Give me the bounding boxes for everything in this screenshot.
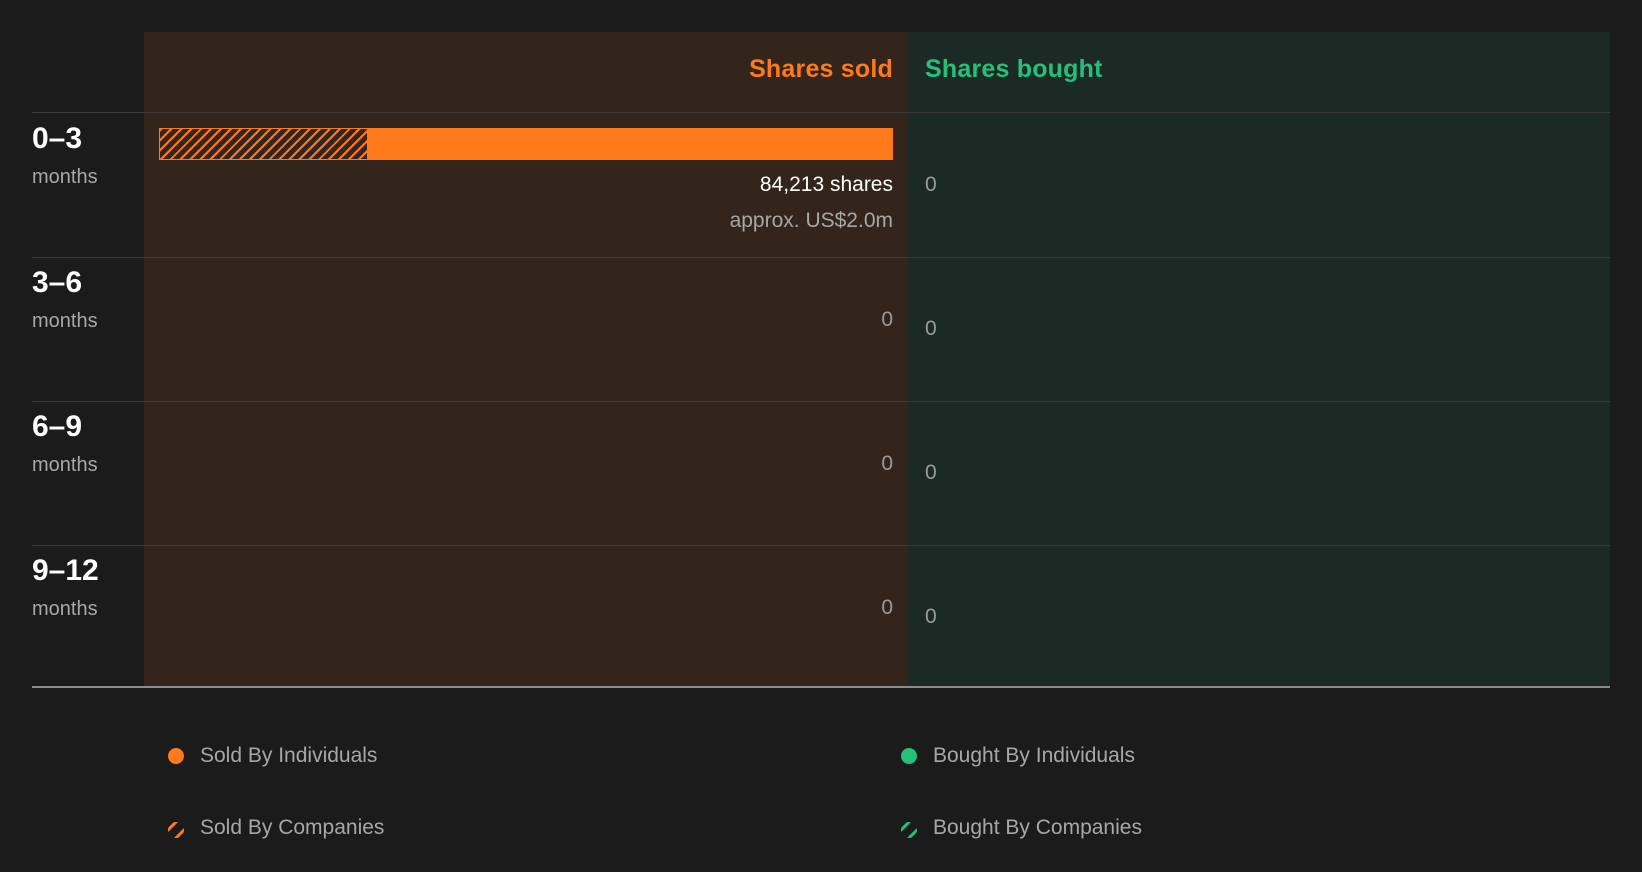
row-label: 0–3 months	[32, 121, 98, 191]
row-label: 6–9 months	[32, 409, 98, 479]
hatched-dot-icon	[168, 820, 184, 838]
shares-sold-header: Shares sold	[749, 55, 893, 83]
row-divider	[32, 545, 1610, 546]
bought-panel	[908, 32, 1610, 687]
legend-sold-companies: Sold By Companies	[168, 816, 384, 840]
row-range: 9–12	[32, 554, 99, 587]
bought-value-label: 0	[925, 173, 937, 196]
chart-baseline	[32, 686, 1610, 688]
bar-sold-companies	[159, 128, 369, 160]
legend-label: Bought By Individuals	[933, 744, 1135, 767]
legend-bought-individuals: Bought By Individuals	[901, 744, 1135, 768]
row-range: 6–9	[32, 410, 83, 443]
hatched-dot-icon	[901, 820, 917, 838]
bar-sold-individuals	[368, 128, 893, 160]
shares-bought-header: Shares bought	[925, 55, 1103, 83]
legend-label: Bought By Companies	[933, 816, 1142, 839]
solid-dot-icon	[168, 748, 184, 764]
row-label: 9–12 months	[32, 553, 99, 623]
sold-value-label: 0	[881, 596, 893, 619]
row-unit: months	[32, 598, 98, 620]
solid-dot-icon	[901, 748, 917, 764]
sold-value-label: 84,213 shares	[759, 173, 893, 196]
row-divider	[32, 257, 1610, 258]
legend-sold-individuals: Sold By Individuals	[168, 744, 377, 768]
bought-value-label: 0	[925, 461, 937, 484]
sold-value-label: 0	[881, 308, 893, 331]
bought-value-label: 0	[925, 317, 937, 340]
row-unit: months	[32, 166, 98, 188]
bought-value-label: 0	[925, 605, 937, 628]
row-label: 3–6 months	[32, 265, 98, 335]
row-range: 0–3	[32, 122, 83, 155]
row-unit: months	[32, 454, 98, 476]
row-divider	[32, 401, 1610, 402]
row-range: 3–6	[32, 266, 83, 299]
header-divider	[32, 112, 1610, 113]
legend-label: Sold By Companies	[200, 816, 385, 839]
row-unit: months	[32, 310, 98, 332]
sold-value-label: 0	[881, 452, 893, 475]
sold-approx-value: approx. US$2.0m	[729, 209, 893, 232]
legend-bought-companies: Bought By Companies	[901, 816, 1142, 840]
legend-label: Sold By Individuals	[200, 744, 378, 767]
